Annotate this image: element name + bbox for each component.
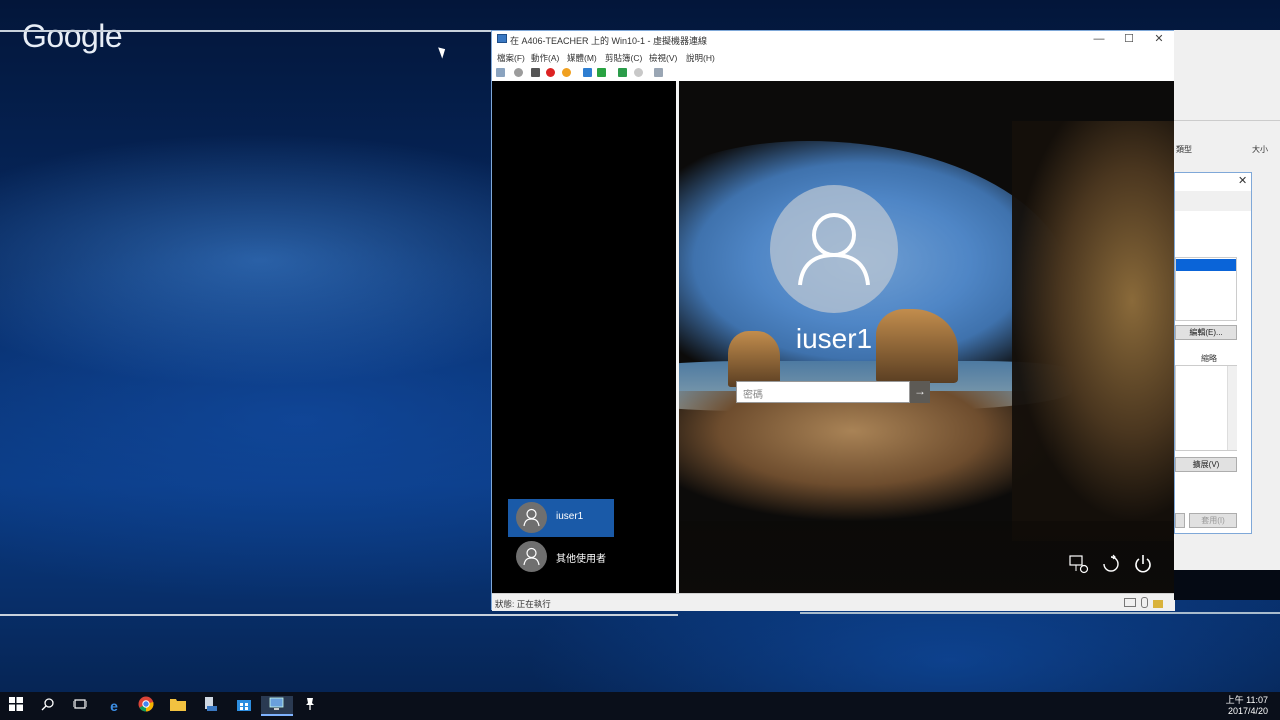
vm-toolbar bbox=[492, 65, 1175, 81]
checkpoint-icon[interactable] bbox=[618, 68, 627, 77]
close-button[interactable]: ✕ bbox=[1144, 32, 1174, 47]
expand-button[interactable]: 擴展(V) bbox=[1175, 457, 1237, 472]
scrollbar[interactable] bbox=[1227, 366, 1237, 450]
dialog-close-button[interactable]: ✕ bbox=[1238, 174, 1247, 187]
selection-border-top bbox=[0, 30, 491, 32]
window-bottom-edge bbox=[800, 612, 1280, 614]
vm-connection-taskbar-icon[interactable] bbox=[261, 696, 293, 716]
submit-arrow-button[interactable]: → bbox=[910, 381, 930, 403]
revert-icon[interactable] bbox=[634, 68, 643, 77]
ease-of-access-icon[interactable] bbox=[1100, 553, 1122, 575]
vm-titlebar[interactable]: 在 A406-TEACHER 上的 Win10-1 - 虛擬機器連線 — ☐ ✕ bbox=[492, 31, 1175, 48]
network-icon[interactable] bbox=[1068, 553, 1090, 575]
chrome-icon[interactable] bbox=[136, 696, 156, 716]
store-icon[interactable] bbox=[234, 696, 254, 716]
taskbar: e 上午 11:07 2017/4/20 bbox=[0, 692, 1280, 720]
menu-clipboard[interactable]: 剪貼簿(C) bbox=[605, 52, 642, 64]
dialog-list-2[interactable] bbox=[1175, 365, 1237, 451]
vm-statusbar: 狀態: 正在執行 bbox=[492, 593, 1175, 611]
user-avatar-icon bbox=[770, 185, 898, 313]
lock-icon bbox=[1153, 600, 1163, 608]
menu-help[interactable]: 說明(H) bbox=[686, 52, 715, 64]
user-list-item-iuser1[interactable]: iuser1 bbox=[508, 499, 614, 537]
vm-app-icon bbox=[497, 34, 507, 43]
user-list-item-other[interactable]: 其他使用者 bbox=[508, 538, 628, 576]
cave-wall-right bbox=[1012, 121, 1175, 541]
vm-connection-window[interactable]: 在 A406-TEACHER 上的 Win10-1 - 虛擬機器連線 — ☐ ✕… bbox=[491, 30, 1175, 611]
menu-file[interactable]: 檔案(F) bbox=[497, 52, 525, 64]
dialog-header bbox=[1175, 191, 1251, 211]
cave-floor bbox=[642, 521, 1175, 593]
vm-menubar: 檔案(F) 動作(A) 媒體(M) 剪貼簿(C) 檢視(V) 說明(H) bbox=[492, 48, 1175, 65]
small-avatar-icon bbox=[516, 541, 547, 572]
shutdown-icon[interactable] bbox=[546, 68, 555, 77]
windows-start-icon[interactable] bbox=[6, 696, 26, 716]
header-divider bbox=[1174, 120, 1280, 121]
pause-icon[interactable] bbox=[583, 68, 592, 77]
keyboard-icon bbox=[1124, 598, 1136, 607]
password-input[interactable]: 密碼 bbox=[736, 381, 910, 403]
shrink-label: 縮略 bbox=[1201, 354, 1217, 363]
dialog-list-selected-row[interactable] bbox=[1176, 259, 1236, 271]
vm-lockscreen[interactable]: iuser1 密碼 → iuser1 其他使用者 bbox=[492, 81, 1175, 593]
mouse-cursor-icon bbox=[438, 45, 448, 59]
apply-button[interactable]: 套用(I) bbox=[1189, 513, 1237, 528]
edge-icon[interactable]: e bbox=[104, 696, 124, 716]
clock-date: 2017/4/20 bbox=[1227, 706, 1268, 716]
mouse-icon bbox=[1141, 597, 1148, 608]
file-explorer-icon[interactable] bbox=[168, 696, 188, 716]
enhanced-session-icon[interactable] bbox=[654, 68, 663, 77]
small-avatar-icon bbox=[516, 502, 547, 533]
selection-border-bottom bbox=[0, 614, 678, 616]
column-header-size[interactable]: 大小 bbox=[1252, 144, 1268, 155]
user-list-label: 其他使用者 bbox=[556, 554, 606, 565]
lockscreen-beach bbox=[632, 391, 1052, 541]
task-view-icon[interactable] bbox=[70, 696, 90, 716]
menu-view[interactable]: 檢視(V) bbox=[649, 52, 677, 64]
minimize-button[interactable]: — bbox=[1084, 32, 1114, 47]
dialog-list[interactable] bbox=[1175, 257, 1237, 321]
reset-icon[interactable] bbox=[597, 68, 606, 77]
column-header-type[interactable]: 類型 bbox=[1176, 144, 1192, 155]
system-clock[interactable]: 上午 11:07 2017/4/20 bbox=[1226, 695, 1268, 717]
window-shadow bbox=[1174, 570, 1280, 600]
user-list-label: iuser1 bbox=[556, 511, 584, 522]
start-icon[interactable] bbox=[514, 68, 523, 77]
turn-off-icon[interactable] bbox=[531, 68, 540, 77]
ctrl-alt-del-icon[interactable] bbox=[496, 68, 505, 77]
login-username: iuser1 bbox=[795, 323, 873, 354]
edit-button[interactable]: 編輯(E)... bbox=[1175, 325, 1237, 340]
dialog-button-partial[interactable] bbox=[1175, 513, 1185, 528]
save-state-icon[interactable] bbox=[562, 68, 571, 77]
menu-action[interactable]: 動作(A) bbox=[531, 52, 559, 64]
vm-window-title: 在 A406-TEACHER 上的 Win10-1 - 虛擬機器連線 bbox=[510, 36, 708, 46]
google-logo: Google bbox=[22, 18, 123, 54]
selection-border-vertical bbox=[676, 81, 679, 593]
power-icon[interactable] bbox=[1132, 553, 1154, 575]
pin-icon[interactable] bbox=[300, 696, 320, 716]
status-text: 狀態: 正在執行 bbox=[495, 599, 551, 609]
properties-dialog[interactable]: ✕ 編輯(E)... 縮略 擴展(V) 套用(I) bbox=[1174, 172, 1252, 534]
clock-time: 上午 11:07 bbox=[1225, 695, 1268, 705]
search-icon[interactable] bbox=[38, 696, 58, 716]
maximize-button[interactable]: ☐ bbox=[1114, 32, 1144, 47]
server-manager-icon[interactable] bbox=[200, 696, 220, 716]
menu-media[interactable]: 媒體(M) bbox=[567, 52, 597, 64]
